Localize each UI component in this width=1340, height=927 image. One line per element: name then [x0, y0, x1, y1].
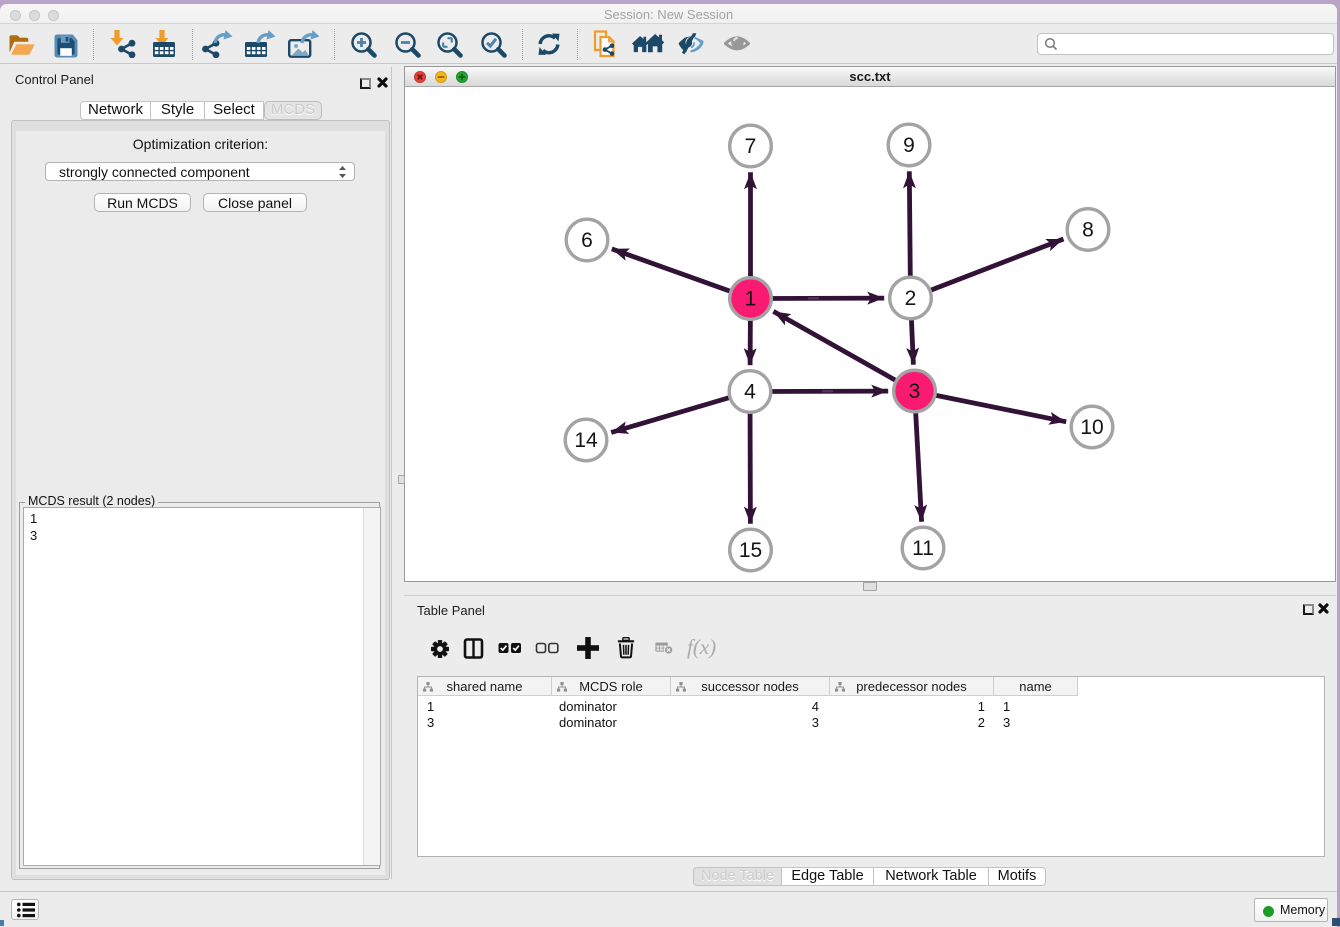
svg-text:7: 7 [745, 135, 757, 158]
svg-text:9: 9 [903, 134, 915, 157]
svg-text:15: 15 [739, 539, 762, 562]
svg-text:14: 14 [574, 429, 598, 452]
svg-text:8: 8 [1082, 219, 1094, 242]
svg-text:1: 1 [745, 288, 757, 311]
svg-text:3: 3 [909, 380, 921, 403]
svg-text:11: 11 [912, 537, 934, 560]
svg-text:2: 2 [905, 287, 917, 310]
svg-text:4: 4 [744, 381, 756, 404]
svg-text:10: 10 [1080, 416, 1103, 439]
svg-text:6: 6 [581, 229, 593, 252]
